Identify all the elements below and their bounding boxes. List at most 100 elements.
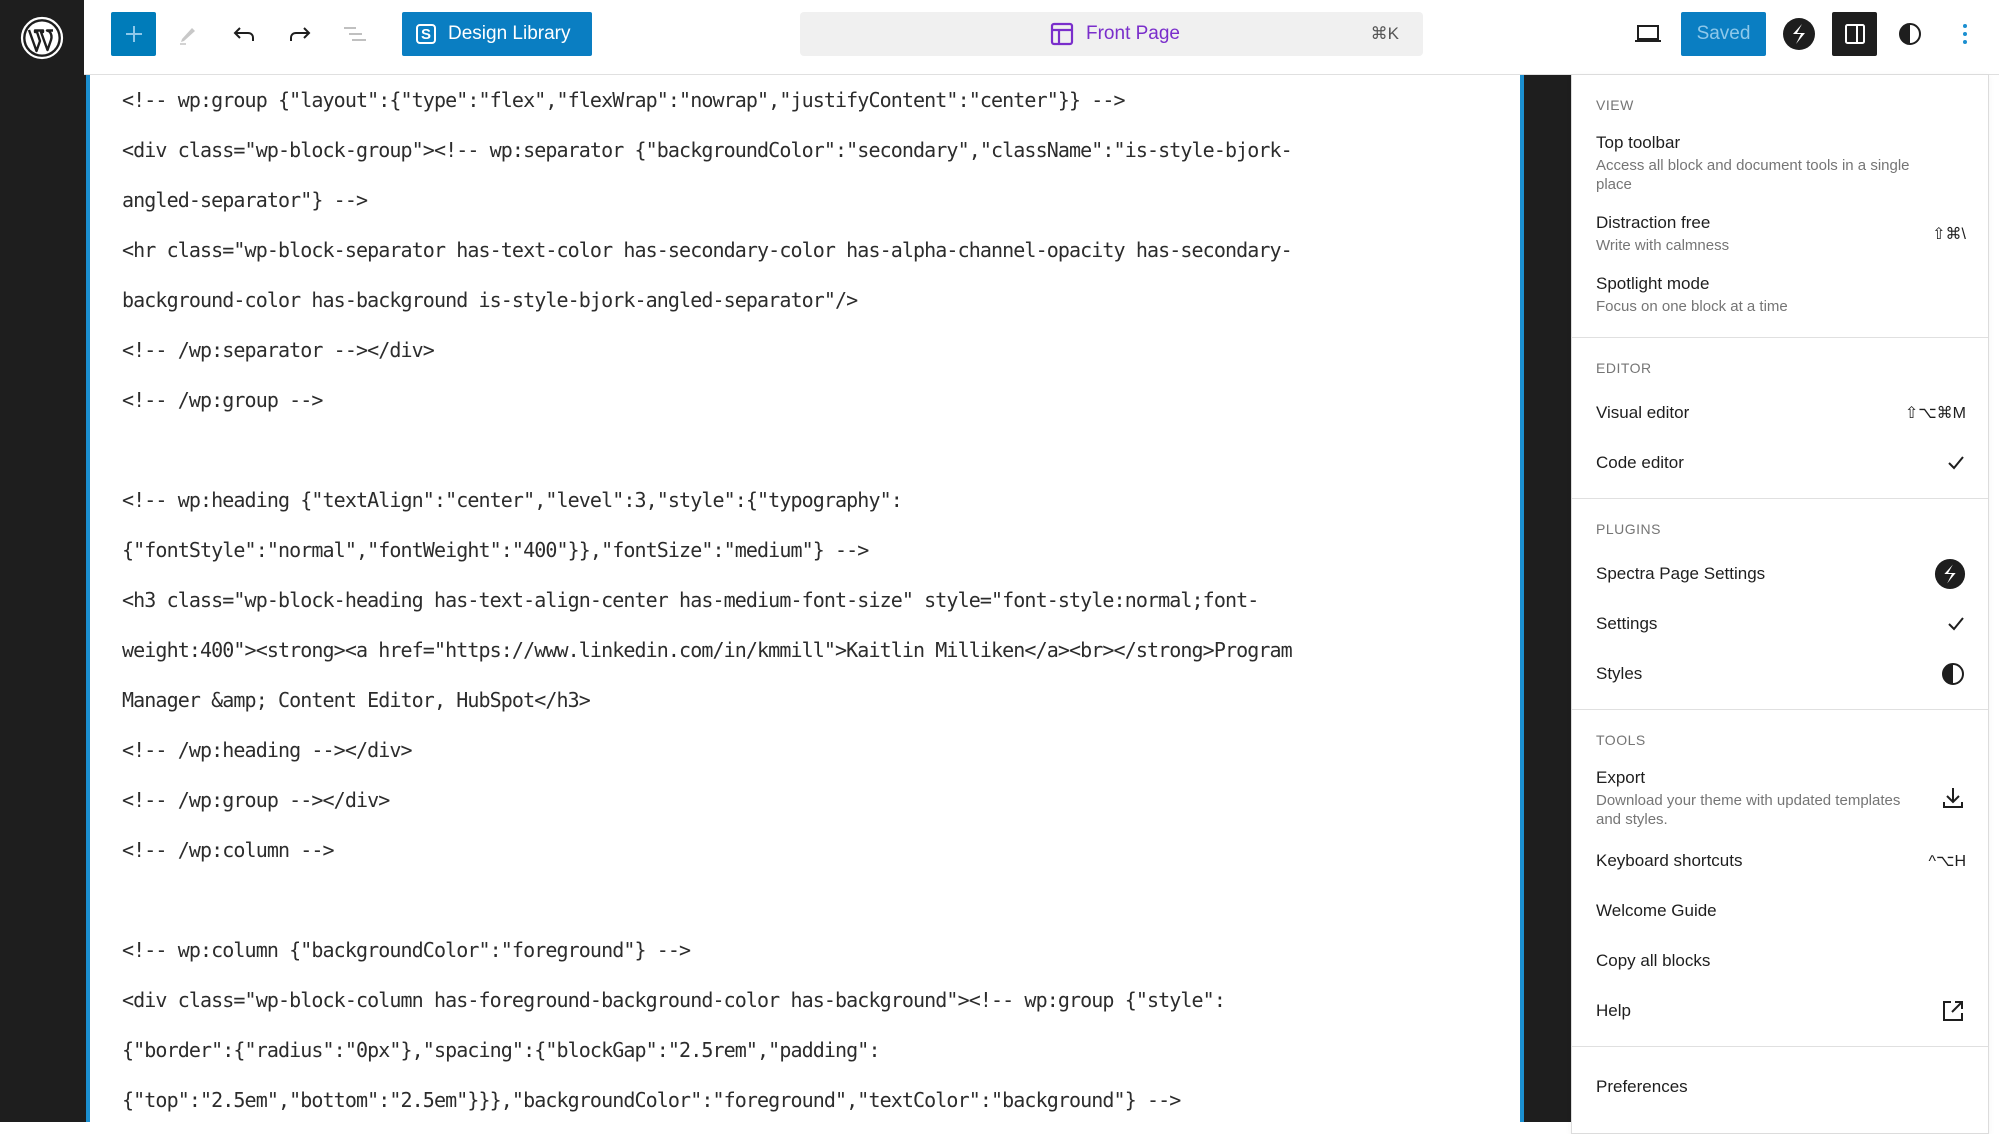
menu-group-plugins: Plugins Spectra Page Settings Settings S… (1572, 499, 1988, 710)
desktop-icon (1635, 25, 1661, 42)
code-line: Manager &amp; Content Editor, HubSpot</h… (122, 688, 591, 712)
code-line: {"top":"2.5em","bottom":"2.5em"}}},"back… (122, 1088, 1181, 1112)
code-line: weight:400"><strong><a href="https://www… (122, 638, 1293, 662)
menu-group-view: View Top toolbar Access all block and do… (1572, 75, 1988, 338)
menu-item-export[interactable]: Export Download your theme with updated … (1572, 760, 1988, 836)
design-library-button[interactable]: S Design Library (402, 12, 592, 56)
wordpress-logo-icon (20, 16, 64, 59)
styles-button[interactable] (1888, 12, 1932, 56)
settings-sidebar-toggle[interactable] (1832, 12, 1877, 56)
code-line: <!-- wp:group {"layout":{"type":"flex","… (122, 88, 1126, 112)
menu-item-spectra-page-settings[interactable]: Spectra Page Settings (1572, 549, 1988, 599)
list-view-button[interactable] (333, 12, 377, 56)
document-title: Front Page (1086, 23, 1180, 44)
wordpress-logo-button[interactable] (0, 0, 84, 75)
shortcut-text: ⇧⌘\ (1932, 225, 1966, 243)
options-menu-button[interactable] (1943, 12, 1987, 56)
command-shortcut: ⌘K (1370, 24, 1399, 43)
tools-button[interactable] (166, 12, 210, 56)
group-label-plugins: Plugins (1596, 521, 1661, 537)
code-editor-textarea[interactable]: <!-- wp:group {"layout":{"type":"flex","… (122, 75, 1520, 1122)
redo-icon (290, 27, 311, 41)
menu-item-spotlight-mode[interactable]: Spotlight mode Focus on one block at a t… (1572, 266, 1988, 323)
editor-header: S Design Library Front Page ⌘K Saved (0, 0, 1999, 75)
spectra-icon (1783, 18, 1815, 50)
sidebar-settings-icon (1844, 24, 1865, 44)
code-line: angled-separator"} --> (122, 188, 368, 212)
design-library-label: Design Library (448, 23, 571, 44)
options-dropdown-menu: View Top toolbar Access all block and do… (1571, 74, 1989, 1134)
redo-button[interactable] (278, 12, 322, 56)
item-label: Code editor (1596, 453, 1684, 472)
item-description: Write with calmness (1596, 237, 1730, 254)
code-line: <!-- /wp:heading --></div> (122, 738, 413, 762)
left-canvas-rail (0, 75, 86, 1122)
code-editor[interactable]: <!-- wp:group {"layout":{"type":"flex","… (86, 75, 1524, 1122)
check-icon (1946, 453, 1966, 473)
command-palette-bar[interactable]: Front Page ⌘K (800, 12, 1423, 56)
item-label: Keyboard shortcuts (1596, 851, 1743, 870)
menu-item-settings[interactable]: Settings (1572, 599, 1988, 649)
save-button[interactable]: Saved (1681, 12, 1766, 56)
item-label: Help (1596, 1001, 1631, 1020)
spectra-s-icon: S (416, 24, 436, 44)
list-view-icon (344, 27, 366, 41)
code-line: <div class="wp-block-column has-foregrou… (122, 988, 1226, 1012)
menu-item-styles[interactable]: Styles (1572, 649, 1988, 699)
template-icon (1050, 22, 1074, 46)
right-canvas-rail (1524, 75, 1572, 1122)
menu-item-copy-all-blocks[interactable]: Copy all blocks (1572, 936, 1988, 986)
half-circle-icon (1899, 23, 1921, 45)
menu-item-code-editor[interactable]: Code editor (1572, 438, 1988, 488)
group-label-tools: Tools (1596, 732, 1646, 748)
item-label: Spectra Page Settings (1596, 564, 1766, 583)
sidebar-edge (1988, 75, 1999, 1122)
item-label: Export (1596, 768, 1646, 787)
spectra-icon (1934, 558, 1966, 590)
code-line: <!-- /wp:group --> (122, 388, 323, 412)
menu-item-top-toolbar[interactable]: Top toolbar Access all block and documen… (1572, 125, 1988, 201)
spectra-button[interactable] (1777, 12, 1821, 56)
menu-group-preferences: Preferences (1572, 1047, 1988, 1115)
group-label-editor: Editor (1596, 360, 1652, 376)
download-icon (1940, 785, 1966, 811)
menu-item-help[interactable]: Help (1572, 986, 1988, 1036)
menu-item-keyboard-shortcuts[interactable]: Keyboard shortcuts ^⌥H (1572, 836, 1988, 886)
menu-item-preferences[interactable]: Preferences (1572, 1069, 1988, 1105)
menu-item-welcome-guide[interactable]: Welcome Guide (1572, 886, 1988, 936)
menu-item-visual-editor[interactable]: Visual editor ⇧⌥⌘M (1572, 388, 1988, 438)
menu-group-editor: Editor Visual editor ⇧⌥⌘M Code editor (1572, 338, 1988, 499)
code-line: <div class="wp-block-group"><!-- wp:sepa… (122, 138, 1293, 162)
item-label: Copy all blocks (1596, 951, 1711, 970)
kebab-icon (1963, 24, 1967, 44)
plus-icon (125, 26, 142, 42)
item-label: Styles (1596, 664, 1643, 683)
half-circle-icon (1940, 661, 1966, 687)
item-label: Spotlight mode (1596, 274, 1710, 293)
item-label: Welcome Guide (1596, 901, 1717, 920)
code-line: <!-- wp:heading {"textAlign":"center","l… (122, 488, 903, 512)
check-icon (1946, 614, 1966, 634)
menu-item-distraction-free[interactable]: Distraction free Write with calmness ⇧⌘\ (1572, 205, 1988, 262)
item-description: Access all block and document tools in a… (1596, 157, 1910, 193)
undo-button[interactable] (222, 12, 266, 56)
pencil-icon (180, 28, 195, 45)
shortcut-text: ⇧⌥⌘M (1904, 405, 1966, 422)
block-inserter-button[interactable] (111, 12, 156, 56)
code-line: <!-- /wp:group --></div> (122, 788, 390, 812)
item-label: Top toolbar (1596, 133, 1681, 152)
code-line: <!-- /wp:separator --></div> (122, 338, 435, 362)
group-label-view: View (1596, 97, 1634, 113)
menu-group-tools: Tools Export Download your theme with up… (1572, 710, 1988, 1047)
external-link-icon (1940, 998, 1966, 1024)
item-label: Preferences (1596, 1077, 1688, 1096)
preview-device-button[interactable] (1626, 12, 1670, 56)
code-line: background-color has-background is-style… (122, 288, 858, 312)
item-description: Download your theme with updated templat… (1596, 792, 1901, 828)
item-description: Focus on one block at a time (1596, 298, 1788, 315)
item-label: Distraction free (1596, 213, 1711, 232)
undo-icon (233, 27, 254, 41)
code-line: <!-- /wp:column --> (122, 838, 335, 862)
